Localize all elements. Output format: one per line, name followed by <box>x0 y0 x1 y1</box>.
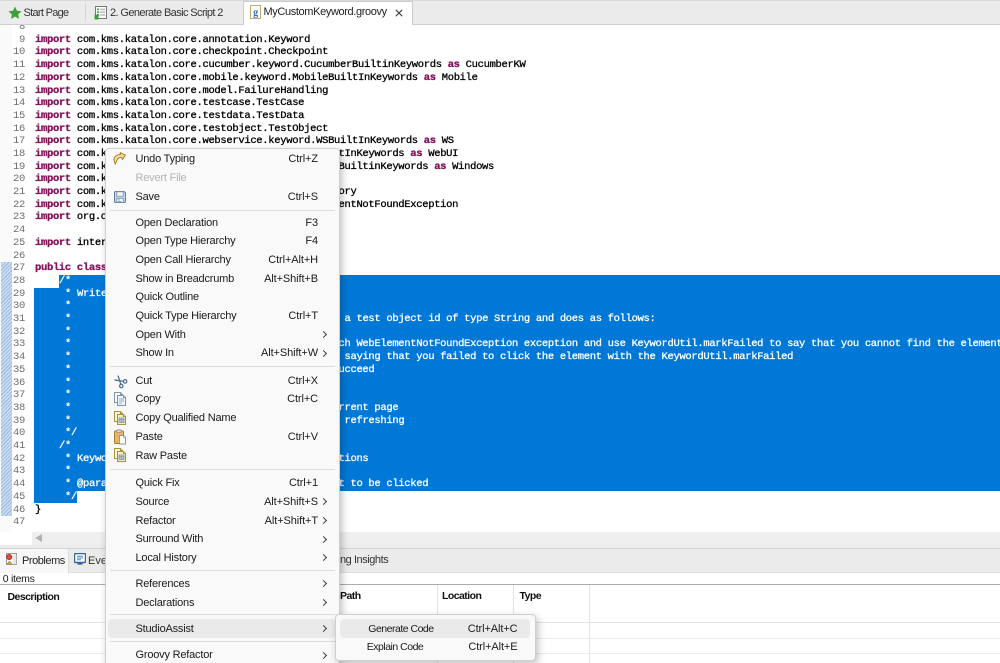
svg-text:g: g <box>253 8 258 19</box>
